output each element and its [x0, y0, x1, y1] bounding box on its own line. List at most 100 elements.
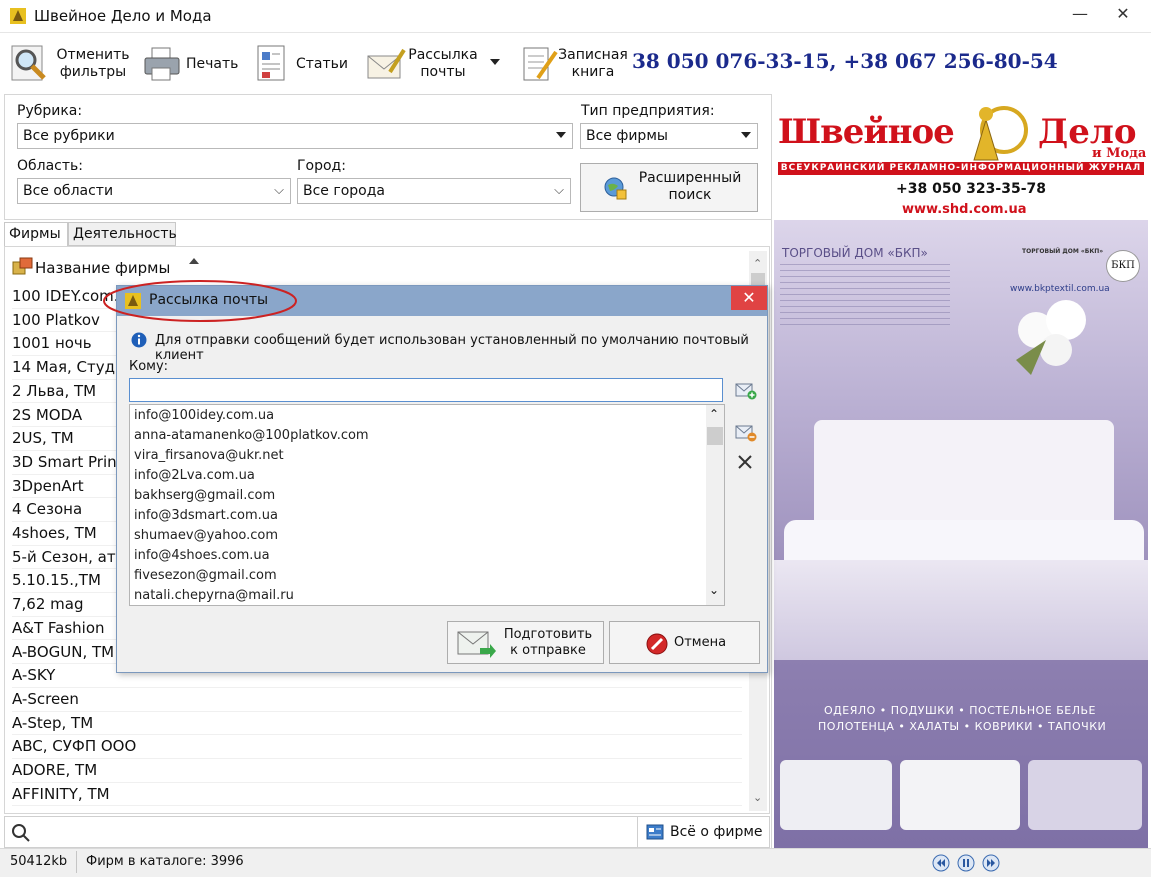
mailing-label: Рассылка почты	[408, 47, 478, 80]
cancel-icon	[646, 633, 668, 655]
status-bar: 50412kb Фирм в каталоге: 3996	[0, 848, 1151, 877]
next-ad-icon[interactable]	[982, 854, 1000, 872]
dialog-info-text: Для отправки сообщений будет использован…	[155, 333, 749, 363]
remove-recipient-icon[interactable]	[735, 424, 757, 442]
table-row[interactable]: A-Step, ТМ	[12, 711, 742, 736]
cancel-button[interactable]: Отмена	[609, 621, 760, 664]
prepare-send-button[interactable]: Подготовить к отправке	[447, 621, 604, 664]
close-button[interactable]: ✕	[1108, 4, 1138, 26]
print-label: Печать	[186, 55, 239, 72]
ad-cotton-icon	[1016, 300, 1086, 375]
ad-photo-robe	[1028, 760, 1142, 830]
pause-ad-icon[interactable]	[957, 854, 975, 872]
list-item[interactable]: info@100idey.com.ua	[134, 406, 704, 426]
reset-filters-label: Отменить фильтры	[56, 47, 130, 80]
dialog-close-button[interactable]: ✕	[731, 286, 767, 310]
search-icon	[12, 824, 30, 842]
ad-products-line1: ОДЕЯЛО • ПОДУШКИ • ПОСТЕЛЬНОЕ БЕЛЬЕ	[824, 704, 1097, 717]
rubric-value: Все рубрики	[23, 128, 115, 144]
prepare-send-label: Подготовить к отправке	[503, 627, 593, 658]
region-value: Все области	[23, 183, 114, 199]
notebook-icon	[523, 47, 558, 81]
list-item[interactable]: info@2Lva.com.ua	[134, 466, 704, 486]
search-input[interactable]	[35, 821, 629, 845]
tab-activity[interactable]: Деятельность	[68, 222, 177, 246]
city-value: Все города	[303, 183, 385, 199]
notebook-button[interactable]: Записная книга	[518, 41, 628, 87]
document-icon	[257, 45, 285, 81]
ad-phone: +38 050 323-35-78	[896, 181, 1046, 197]
dropdown-arrow-icon	[741, 132, 751, 138]
reset-filters-button[interactable]: Отменить фильтры	[10, 41, 132, 87]
about-firm-label: Всё о фирме	[670, 824, 763, 840]
contact-phones: 38 050 076-33-15, +38 067 256-80-54	[632, 49, 1058, 73]
advanced-search-button[interactable]: Расширенный поиск	[580, 163, 758, 212]
envelope-pen-icon	[367, 48, 406, 79]
tab-firms[interactable]: Фирмы	[4, 222, 68, 247]
list-item[interactable]: fivesezon@gmail.com	[134, 566, 704, 586]
scroll-down-icon[interactable]: ⌄	[753, 791, 762, 804]
table-row[interactable]: AFFINITY, ТМ	[12, 782, 742, 807]
scrollbar-thumb[interactable]	[707, 427, 723, 445]
ad-photo-blanket	[780, 760, 892, 830]
memory-usage: 50412kb	[10, 854, 68, 869]
magnifier-icon	[11, 45, 46, 81]
globe-search-icon	[604, 177, 627, 200]
table-row[interactable]: A-Screen	[12, 687, 742, 712]
advanced-search-label: Расширенный поиск	[638, 170, 742, 203]
mailing-button[interactable]: Рассылка почты	[366, 41, 478, 87]
minimize-button[interactable]: —	[1065, 4, 1095, 26]
ad-banner: ВСЕУКРАИНСКИЙ РЕКЛАМНО-ИНФОРМАЦИОННЫЙ ЖУ…	[778, 162, 1144, 175]
about-firm-button[interactable]: Всё о фирме	[637, 817, 770, 847]
previous-ad-icon[interactable]	[932, 854, 950, 872]
email-list-scrollbar[interactable]: ⌃ ⌄	[706, 405, 724, 605]
ad-image: ТОРГОВЫЙ ДОМ «БКП» ТОРГОВЫЙ ДОМ «БКП» БК…	[774, 220, 1148, 848]
highlight-ellipse	[103, 280, 297, 322]
dropdown-arrow-icon	[556, 132, 566, 138]
list-item[interactable]: natali.chepyrna@mail.ru	[134, 586, 704, 606]
company-type-value: Все фирмы	[586, 128, 668, 144]
articles-button[interactable]: Статьи	[254, 41, 348, 87]
filter-panel: Рубрика: Все рубрики Тип предприятия: Вс…	[4, 94, 772, 220]
print-button[interactable]: Печать	[142, 41, 238, 87]
city-select[interactable]: Все города ⌵	[297, 178, 571, 204]
mailing-dialog: Рассылка почты ✕ Для отправки сообщений …	[116, 285, 768, 673]
list-item[interactable]: anna-atamanenko@100platkov.com	[134, 426, 704, 446]
ad-logo-emblem-icon	[973, 106, 1028, 161]
to-label: Кому:	[129, 359, 169, 374]
ad-logo-line1: Швейное	[778, 112, 955, 152]
list-item[interactable]: info@4shoes.com.ua	[134, 546, 704, 566]
app-logo-icon	[10, 8, 26, 24]
list-item[interactable]: vira_firsanova@ukr.net	[134, 446, 704, 466]
city-label: Город:	[297, 158, 346, 174]
scroll-up-icon[interactable]: ⌃	[709, 407, 719, 421]
add-recipient-icon[interactable]	[735, 382, 757, 400]
table-row[interactable]: ABC, СУФП ООО	[12, 734, 742, 759]
firms-column-icon	[12, 257, 33, 275]
sort-ascending-icon	[189, 258, 199, 264]
toolbar: Отменить фильтры Печать Статьи Рассылка …	[0, 33, 1151, 93]
card-icon	[646, 824, 664, 840]
envelope-arrow-icon	[457, 631, 496, 658]
ad-photo-pillow	[900, 760, 1020, 830]
recipient-input[interactable]	[129, 378, 723, 402]
rubric-select[interactable]: Все рубрики	[17, 123, 573, 149]
notebook-label: Записная книга	[558, 47, 628, 80]
chevron-down-icon: ⌵	[274, 183, 284, 198]
company-type-select[interactable]: Все фирмы	[580, 123, 758, 149]
advertisement-panel[interactable]: Швейное Дело и Мода ВСЕУКРАИНСКИЙ РЕКЛАМ…	[771, 94, 1151, 848]
status-divider	[76, 851, 77, 873]
mailing-dropdown-arrow-icon[interactable]	[490, 59, 500, 65]
ad-house-title-small: ТОРГОВЫЙ ДОМ «БКП»	[1022, 248, 1104, 255]
region-select[interactable]: Все области ⌵	[17, 178, 291, 204]
table-row[interactable]: ADORE, ТМ	[12, 758, 742, 783]
delete-icon[interactable]	[737, 454, 753, 470]
email-list[interactable]: info@100idey.com.ua anna-atamanenko@100pl…	[129, 404, 725, 606]
scroll-down-icon[interactable]: ⌄	[709, 583, 719, 597]
list-item[interactable]: bakhserg@gmail.com	[134, 486, 704, 506]
list-item[interactable]: info@3dsmart.com.ua	[134, 506, 704, 526]
firm-name-column-header[interactable]: Название фирмы	[35, 259, 170, 277]
scroll-up-icon[interactable]: ⌃	[753, 257, 762, 270]
list-item[interactable]: shumaev@yahoo.com	[134, 526, 704, 546]
search-bar: Всё о фирме	[4, 816, 770, 848]
